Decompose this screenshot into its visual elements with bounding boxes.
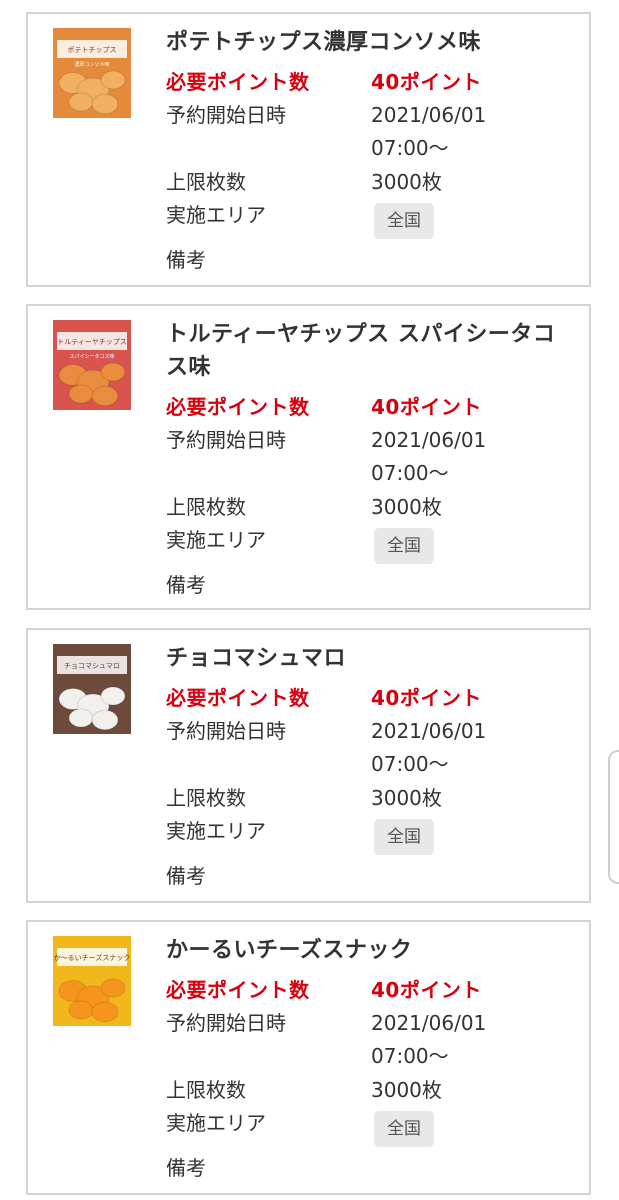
required-points-row: 必要ポイント数 40ポイント bbox=[166, 66, 586, 98]
remarks-row: 備考 bbox=[166, 569, 586, 601]
reservation-start-label: 予約開始日時 bbox=[166, 719, 286, 743]
required-points-value: 40ポイント bbox=[371, 978, 482, 1002]
reservation-start-value: 2021/06/01 07:00〜 bbox=[371, 1007, 486, 1073]
limit-row: 上限枚数 3000枚 bbox=[166, 1074, 586, 1106]
limit-row: 上限枚数 3000枚 bbox=[166, 166, 586, 198]
tortilla-chips-package-image: トルティーヤチップススパイシータコス味 bbox=[53, 320, 131, 410]
reservation-start-label: 予約開始日時 bbox=[166, 428, 286, 452]
product-name: かーるいチーズスナック bbox=[166, 938, 413, 963]
product-name: ポテトチップス濃厚コンソメ味 bbox=[166, 30, 482, 55]
remarks-label: 備考 bbox=[166, 573, 206, 597]
area-label: 実施エリア bbox=[166, 528, 266, 552]
package-label-text: ポテトチップス bbox=[68, 46, 117, 54]
required-points-label: 必要ポイント数 bbox=[166, 70, 310, 94]
package-label-text: か〜るいチーズスナック bbox=[54, 953, 131, 962]
product-image[interactable]: か〜るいチーズスナック bbox=[53, 936, 131, 1036]
reservation-start-row: 予約開始日時 2021/06/01 07:00〜 bbox=[166, 715, 586, 781]
required-points-label: 必要ポイント数 bbox=[166, 686, 310, 710]
product-image[interactable]: チョコマシュマロ bbox=[53, 644, 131, 744]
remarks-label: 備考 bbox=[166, 1156, 206, 1180]
reservation-start-value: 2021/06/01 07:00〜 bbox=[371, 99, 486, 165]
package-label-text: トルティーヤチップス bbox=[57, 338, 127, 346]
package-sub-text: 濃厚コンソメ味 bbox=[74, 61, 109, 68]
area-label: 実施エリア bbox=[166, 819, 266, 843]
limit-value: 3000枚 bbox=[371, 1078, 442, 1102]
reservation-start-label: 予約開始日時 bbox=[166, 1011, 286, 1035]
area-badge: 全国 bbox=[374, 1111, 434, 1147]
package-label-text: チョコマシュマロ bbox=[64, 662, 120, 670]
product-card[interactable]: トルティーヤチップス スパイシータコス味 トルティーヤチップス スパイシータコス味必… bbox=[26, 304, 591, 610]
reservation-date: 2021/06/01 bbox=[371, 719, 487, 743]
area-label: 実施エリア bbox=[166, 203, 266, 227]
scrollbar-handle[interactable] bbox=[608, 750, 619, 884]
product-name: チョコマシュマロ bbox=[166, 646, 347, 671]
product-card[interactable]: チョコマシュマロ チョコマシュマロ 必要ポイント数 40ポイント 予約開始日時 2021/… bbox=[26, 628, 591, 903]
limit-value: 3000枚 bbox=[371, 786, 442, 810]
remarks-label: 備考 bbox=[166, 864, 206, 888]
limit-label: 上限枚数 bbox=[166, 170, 246, 194]
potato-chips-package-image: ポテトチップス濃厚コンソメ味 bbox=[53, 28, 131, 118]
reservation-start-value: 2021/06/01 07:00〜 bbox=[371, 424, 486, 490]
reservation-date: 2021/06/01 bbox=[371, 428, 487, 452]
required-points-label: 必要ポイント数 bbox=[166, 395, 310, 419]
package-sub-text: スパイシータコス味 bbox=[69, 353, 114, 360]
cheese-snack-package-image: か〜るいチーズスナック bbox=[53, 936, 131, 1026]
remarks-row: 備考 bbox=[166, 860, 586, 892]
limit-label: 上限枚数 bbox=[166, 495, 246, 519]
required-points-value: 40ポイント bbox=[371, 395, 482, 419]
required-points-value: 40ポイント bbox=[371, 70, 482, 94]
area-label: 実施エリア bbox=[166, 1111, 266, 1135]
reservation-time: 07:00〜 bbox=[371, 461, 449, 485]
reservation-start-row: 予約開始日時 2021/06/01 07:00〜 bbox=[166, 99, 586, 165]
product-name: トルティーヤチップス スパイシータコス味 bbox=[166, 322, 556, 380]
reservation-start-row: 予約開始日時 2021/06/01 07:00〜 bbox=[166, 1007, 586, 1073]
reservation-start-value: 2021/06/01 07:00〜 bbox=[371, 715, 486, 781]
required-points-row: 必要ポイント数 40ポイント bbox=[166, 391, 586, 423]
area-badge: 全国 bbox=[374, 528, 434, 564]
reservation-time: 07:00〜 bbox=[371, 1044, 449, 1068]
limit-row: 上限枚数 3000枚 bbox=[166, 782, 586, 814]
product-image[interactable]: トルティーヤチップス スパイシータコス味 bbox=[53, 320, 131, 420]
chocolate-marshmallow-package-image: チョコマシュマロ bbox=[53, 644, 131, 734]
reservation-time: 07:00〜 bbox=[371, 752, 449, 776]
area-badge: 全国 bbox=[374, 819, 434, 855]
product-image[interactable]: ポテトチップス 濃厚コンソメ味 bbox=[53, 28, 131, 128]
required-points-label: 必要ポイント数 bbox=[166, 978, 310, 1002]
required-points-value: 40ポイント bbox=[371, 686, 482, 710]
reservation-time: 07:00〜 bbox=[371, 136, 449, 160]
area-badge: 全国 bbox=[374, 203, 434, 239]
product-card[interactable]: ポテトチップス 濃厚コンソメ味 ポテトチップス濃厚コンソメ味 必要ポイント数 40ポイン… bbox=[26, 12, 591, 287]
reservation-start-label: 予約開始日時 bbox=[166, 103, 286, 127]
limit-label: 上限枚数 bbox=[166, 786, 246, 810]
limit-row: 上限枚数 3000枚 bbox=[166, 491, 586, 523]
remarks-row: 備考 bbox=[166, 1152, 586, 1184]
required-points-row: 必要ポイント数 40ポイント bbox=[166, 682, 586, 714]
limit-label: 上限枚数 bbox=[166, 1078, 246, 1102]
reservation-date: 2021/06/01 bbox=[371, 1011, 487, 1035]
limit-value: 3000枚 bbox=[371, 170, 442, 194]
required-points-row: 必要ポイント数 40ポイント bbox=[166, 974, 586, 1006]
limit-value: 3000枚 bbox=[371, 495, 442, 519]
reservation-date: 2021/06/01 bbox=[371, 103, 487, 127]
product-card[interactable]: か〜るいチーズスナック かーるいチーズスナック 必要ポイント数 40ポイント予約開始日… bbox=[26, 920, 591, 1195]
remarks-row: 備考 bbox=[166, 244, 586, 276]
reservation-start-row: 予約開始日時 2021/06/01 07:00〜 bbox=[166, 424, 586, 490]
remarks-label: 備考 bbox=[166, 248, 206, 272]
